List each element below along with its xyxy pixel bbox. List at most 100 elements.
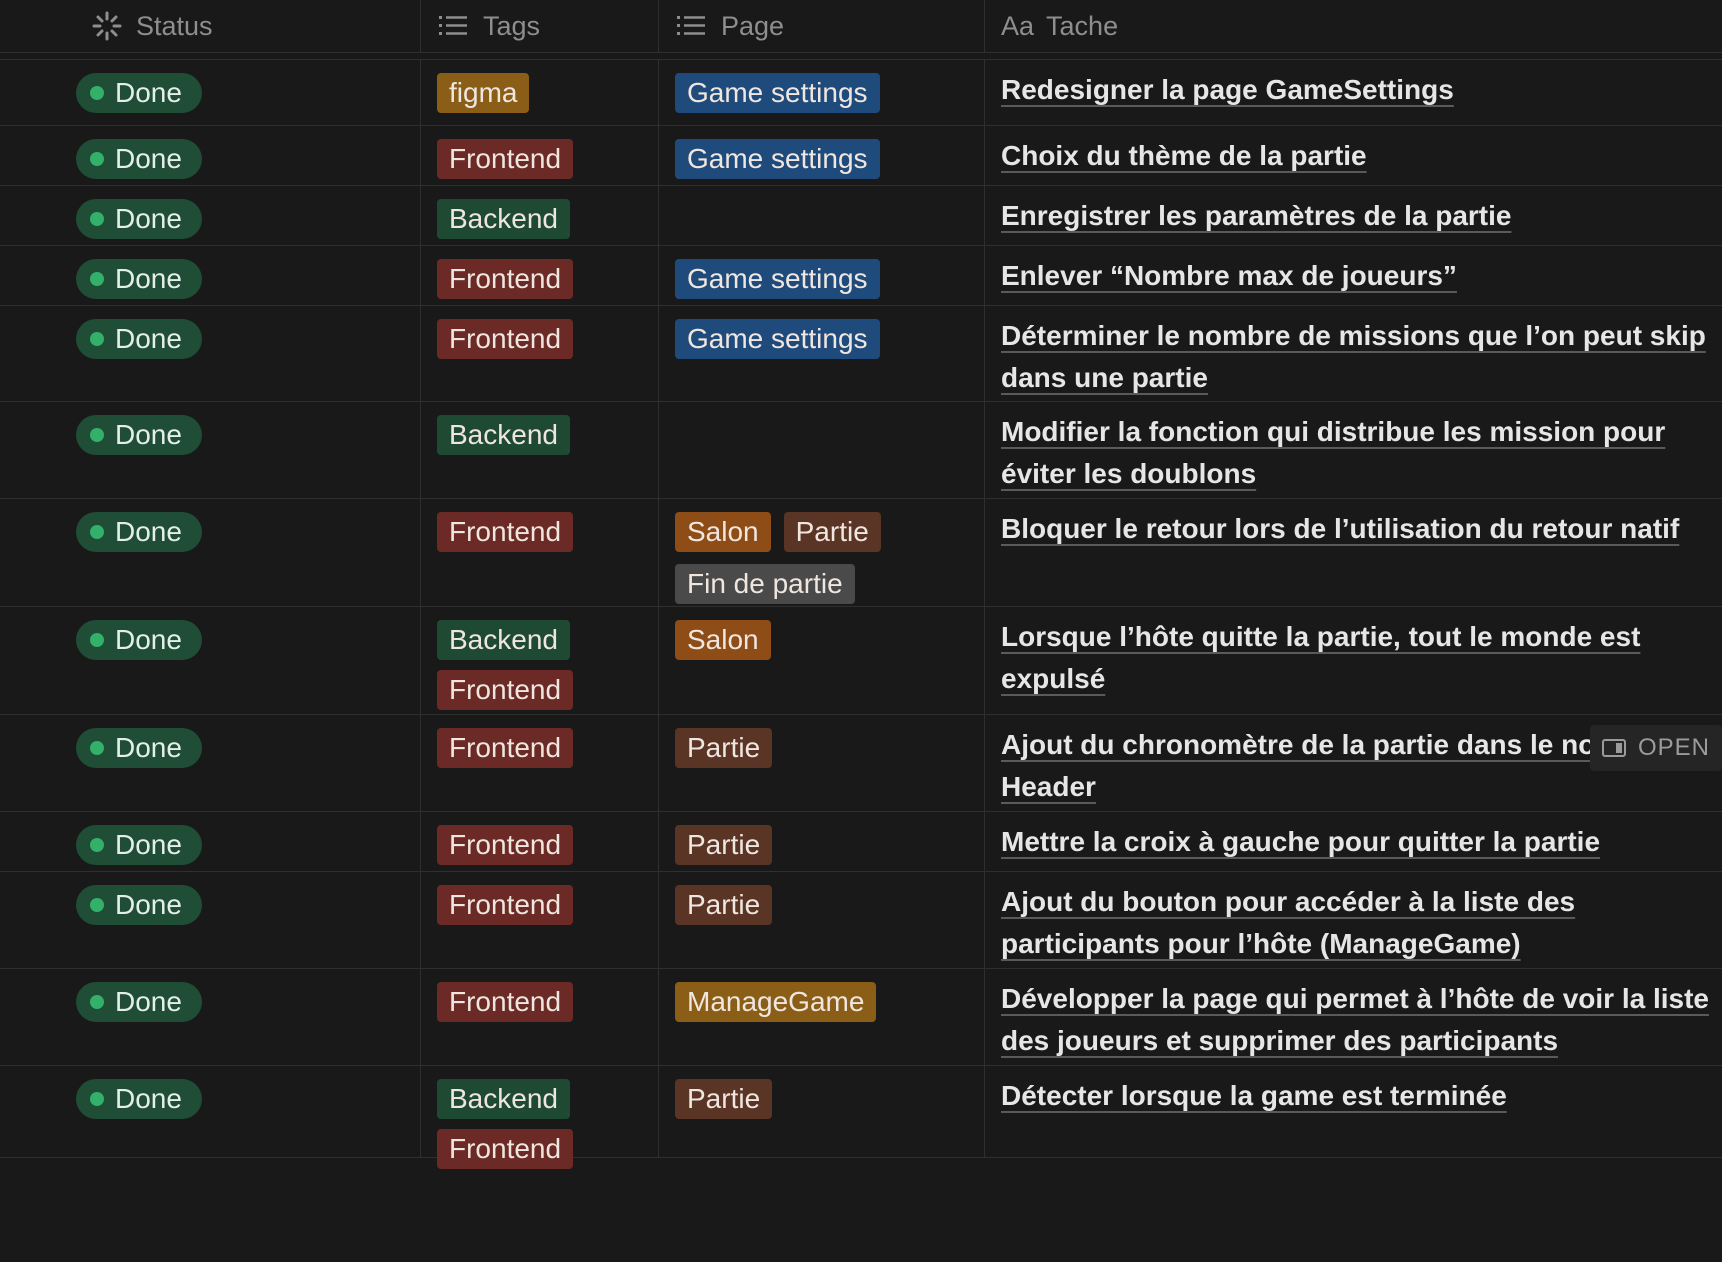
- task-cell[interactable]: Bloquer le retour lors de l’utilisation …: [985, 499, 1722, 606]
- tag-chip[interactable]: Backend: [437, 1079, 570, 1119]
- page-cell[interactable]: Game settings: [659, 306, 985, 401]
- status-badge[interactable]: Done: [76, 199, 202, 239]
- status-badge[interactable]: Done: [76, 139, 202, 179]
- page-cell[interactable]: Partie: [659, 812, 985, 871]
- status-cell[interactable]: Done: [0, 306, 421, 401]
- table-row[interactable]: Done Frontend Game settings Choix du thème …: [0, 126, 1722, 186]
- page-chip[interactable]: Game settings: [675, 73, 880, 113]
- tags-cell[interactable]: Frontend: [421, 499, 659, 606]
- page-cell[interactable]: [659, 186, 985, 245]
- task-title-link[interactable]: Lorsque l’hôte quitte la partie, tout le…: [1001, 616, 1712, 700]
- table-row[interactable]: Done Frontend Game settings Enlever “Nombre…: [0, 246, 1722, 306]
- page-cell[interactable]: ManageGame: [659, 969, 985, 1065]
- status-badge[interactable]: Done: [76, 1079, 202, 1119]
- tag-chip[interactable]: Backend: [437, 415, 570, 455]
- status-badge[interactable]: Done: [76, 319, 202, 359]
- page-cell[interactable]: Game settings: [659, 246, 985, 305]
- status-badge[interactable]: Done: [76, 512, 202, 552]
- tag-chip[interactable]: Frontend: [437, 319, 574, 359]
- task-cell[interactable]: Modifier la fonction qui distribue les m…: [985, 402, 1722, 498]
- page-chip[interactable]: Partie: [675, 1079, 773, 1119]
- tags-cell[interactable]: Backend: [421, 186, 659, 245]
- table-row[interactable]: Done Frontend Partie Mettre la croix à gauc…: [0, 812, 1722, 872]
- tags-cell[interactable]: Frontend: [421, 246, 659, 305]
- tag-chip[interactable]: Frontend: [437, 825, 574, 865]
- table-row[interactable]: Done Frontend ManageGame Développer la page…: [0, 969, 1722, 1066]
- task-title-link[interactable]: Déterminer le nombre de missions que l’o…: [1001, 315, 1712, 399]
- task-title-link[interactable]: Détecter lorsque la game est terminée: [1001, 1075, 1712, 1117]
- tag-chip[interactable]: Frontend: [437, 139, 574, 179]
- status-cell[interactable]: Done: [0, 969, 421, 1065]
- status-badge[interactable]: Done: [76, 415, 202, 455]
- task-cell[interactable]: Détecter lorsque la game est terminée: [985, 1066, 1722, 1157]
- task-cell[interactable]: Enregistrer les paramètres de la partie: [985, 186, 1722, 245]
- tag-chip[interactable]: Frontend: [437, 512, 574, 552]
- task-title-link[interactable]: Enlever “Nombre max de joueurs”: [1001, 255, 1712, 297]
- status-cell[interactable]: Done: [0, 715, 421, 811]
- page-cell[interactable]: [659, 402, 985, 498]
- page-chip[interactable]: Game settings: [675, 139, 880, 179]
- status-badge[interactable]: Done: [76, 885, 202, 925]
- task-title-link[interactable]: Développer la page qui permet à l’hôte d…: [1001, 978, 1712, 1062]
- status-badge[interactable]: Done: [76, 620, 202, 660]
- page-chip[interactable]: Partie: [675, 825, 773, 865]
- page-chip[interactable]: ManageGame: [675, 982, 877, 1022]
- task-cell[interactable]: Mettre la croix à gauche pour quitter la…: [985, 812, 1722, 871]
- page-cell[interactable]: Partie: [659, 872, 985, 968]
- tag-chip[interactable]: Frontend: [437, 728, 574, 768]
- status-badge[interactable]: Done: [76, 259, 202, 299]
- status-badge[interactable]: Done: [76, 825, 202, 865]
- tags-cell[interactable]: figma: [421, 60, 659, 125]
- task-title-link[interactable]: Modifier la fonction qui distribue les m…: [1001, 411, 1712, 495]
- task-cell[interactable]: Lorsque l’hôte quitte la partie, tout le…: [985, 607, 1722, 714]
- page-chip[interactable]: Game settings: [675, 319, 880, 359]
- status-cell[interactable]: Done: [0, 872, 421, 968]
- tags-cell[interactable]: Backend: [421, 402, 659, 498]
- tags-cell[interactable]: Frontend: [421, 969, 659, 1065]
- tag-chip[interactable]: Frontend: [437, 885, 574, 925]
- status-cell[interactable]: Done: [0, 186, 421, 245]
- status-badge[interactable]: Done: [76, 982, 202, 1022]
- page-chip[interactable]: Partie: [675, 885, 773, 925]
- status-cell[interactable]: Done: [0, 402, 421, 498]
- task-title-link[interactable]: Bloquer le retour lors de l’utilisation …: [1001, 508, 1712, 550]
- table-row[interactable]: Done Frontend Salon Partie Fin de partie Bloq…: [0, 499, 1722, 607]
- tag-chip[interactable]: Frontend: [437, 670, 574, 710]
- page-chip[interactable]: Salon: [675, 512, 771, 552]
- page-chip[interactable]: Partie: [783, 512, 881, 552]
- table-row[interactable]: Done Backend Enregistrer les paramètres de…: [0, 186, 1722, 246]
- tag-chip[interactable]: Backend: [437, 620, 570, 660]
- task-title-link[interactable]: Ajout du bouton pour accéder à la liste …: [1001, 881, 1712, 965]
- column-header-status[interactable]: Status: [0, 0, 421, 52]
- status-cell[interactable]: Done: [0, 126, 421, 185]
- tag-chip[interactable]: Frontend: [437, 259, 574, 299]
- table-row[interactable]: Done Backend Modifier la fonction qui dist…: [0, 402, 1722, 499]
- page-cell[interactable]: Game settings: [659, 126, 985, 185]
- column-header-page[interactable]: Page: [659, 0, 985, 52]
- status-badge[interactable]: Done: [76, 728, 202, 768]
- table-row[interactable]: Done Frontend Partie Ajout du bouton pour a…: [0, 872, 1722, 969]
- status-cell[interactable]: Done: [0, 499, 421, 606]
- table-row[interactable]: Done figma Game settings Redesigner la page…: [0, 60, 1722, 126]
- table-row[interactable]: Done Backend Frontend Salon Lorsque l’hôte q…: [0, 607, 1722, 715]
- tags-cell[interactable]: Frontend: [421, 306, 659, 401]
- column-header-task[interactable]: Aa Tache: [985, 0, 1722, 52]
- page-chip[interactable]: Salon: [675, 620, 771, 660]
- table-row[interactable]: Done Frontend Partie Ajout du chronomètre d…: [0, 715, 1722, 812]
- tag-chip[interactable]: Backend: [437, 199, 570, 239]
- task-cell[interactable]: Développer la page qui permet à l’hôte d…: [985, 969, 1722, 1065]
- tags-cell[interactable]: Frontend: [421, 812, 659, 871]
- tag-chip[interactable]: Frontend: [437, 1129, 574, 1169]
- tags-cell[interactable]: Backend Frontend: [421, 607, 659, 714]
- task-cell[interactable]: Ajout du bouton pour accéder à la liste …: [985, 872, 1722, 968]
- task-title-link[interactable]: Enregistrer les paramètres de la partie: [1001, 195, 1712, 237]
- task-cell[interactable]: Ajout du chronomètre de la partie dans l…: [985, 715, 1722, 811]
- column-header-tags[interactable]: Tags: [421, 0, 659, 52]
- status-cell[interactable]: Done: [0, 246, 421, 305]
- task-cell[interactable]: Redesigner la page GameSettings: [985, 60, 1722, 125]
- task-title-link[interactable]: Mettre la croix à gauche pour quitter la…: [1001, 821, 1712, 863]
- page-chip[interactable]: Partie: [675, 728, 773, 768]
- page-cell[interactable]: Salon Partie Fin de partie: [659, 499, 985, 606]
- tags-cell[interactable]: Frontend: [421, 872, 659, 968]
- tags-cell[interactable]: Frontend: [421, 715, 659, 811]
